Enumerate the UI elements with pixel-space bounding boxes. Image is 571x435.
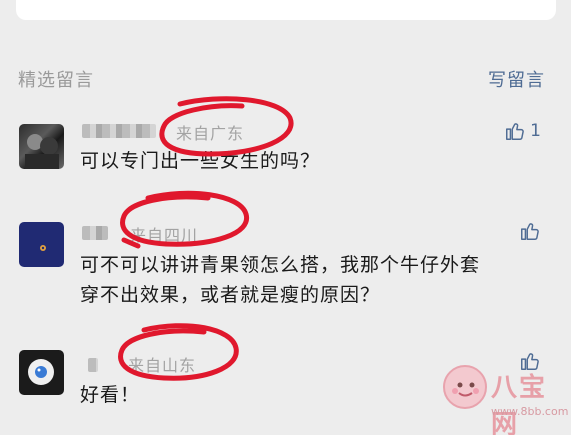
watermark: 八宝网 www.8bb.com [443, 361, 568, 435]
like-button[interactable]: 1 [504, 120, 541, 142]
avatar[interactable] [19, 350, 64, 395]
watermark-title: 八宝网 [491, 373, 548, 435]
comments-header: 精选留言 写留言 [18, 66, 545, 92]
avatar[interactable] [19, 222, 64, 267]
nickname-redacted [82, 124, 156, 138]
thumbs-up-icon [521, 223, 539, 240]
origin-label: 来自四川 [130, 226, 199, 245]
origin-label: 来自广东 [176, 124, 245, 143]
avatar-photo [28, 359, 54, 385]
like-count: 1 [530, 121, 541, 141]
nickname-redacted [82, 226, 108, 240]
write-comment-button[interactable]: 写留言 [488, 66, 545, 92]
comment-text-line-1: 可不可以讲讲青果领怎么搭，我那个牛仔外套 [80, 254, 481, 276]
section-title: 精选留言 [18, 70, 94, 91]
avatar-photo [25, 134, 59, 169]
avatar[interactable] [19, 124, 64, 169]
origin-label: 来自山东 [128, 356, 197, 375]
like-button[interactable] [519, 220, 541, 242]
article-card-bottom [16, 0, 556, 20]
nickname-redacted [88, 358, 98, 372]
avatar-photo [40, 245, 46, 251]
watermark-logo-icon [443, 365, 487, 409]
comments-screen: 精选留言 写留言 来自广东 1 可以专门出一些女生的吗？ 来自四川 可不可以讲讲… [0, 0, 571, 435]
watermark-url: www.8bb.com [491, 405, 569, 418]
comment-text: 可以专门出一些女生的吗？ [80, 150, 321, 172]
thumbs-up-icon [506, 123, 524, 140]
comment-text-line-2: 穿不出效果，或者就是瘦的原因？ [80, 284, 381, 306]
